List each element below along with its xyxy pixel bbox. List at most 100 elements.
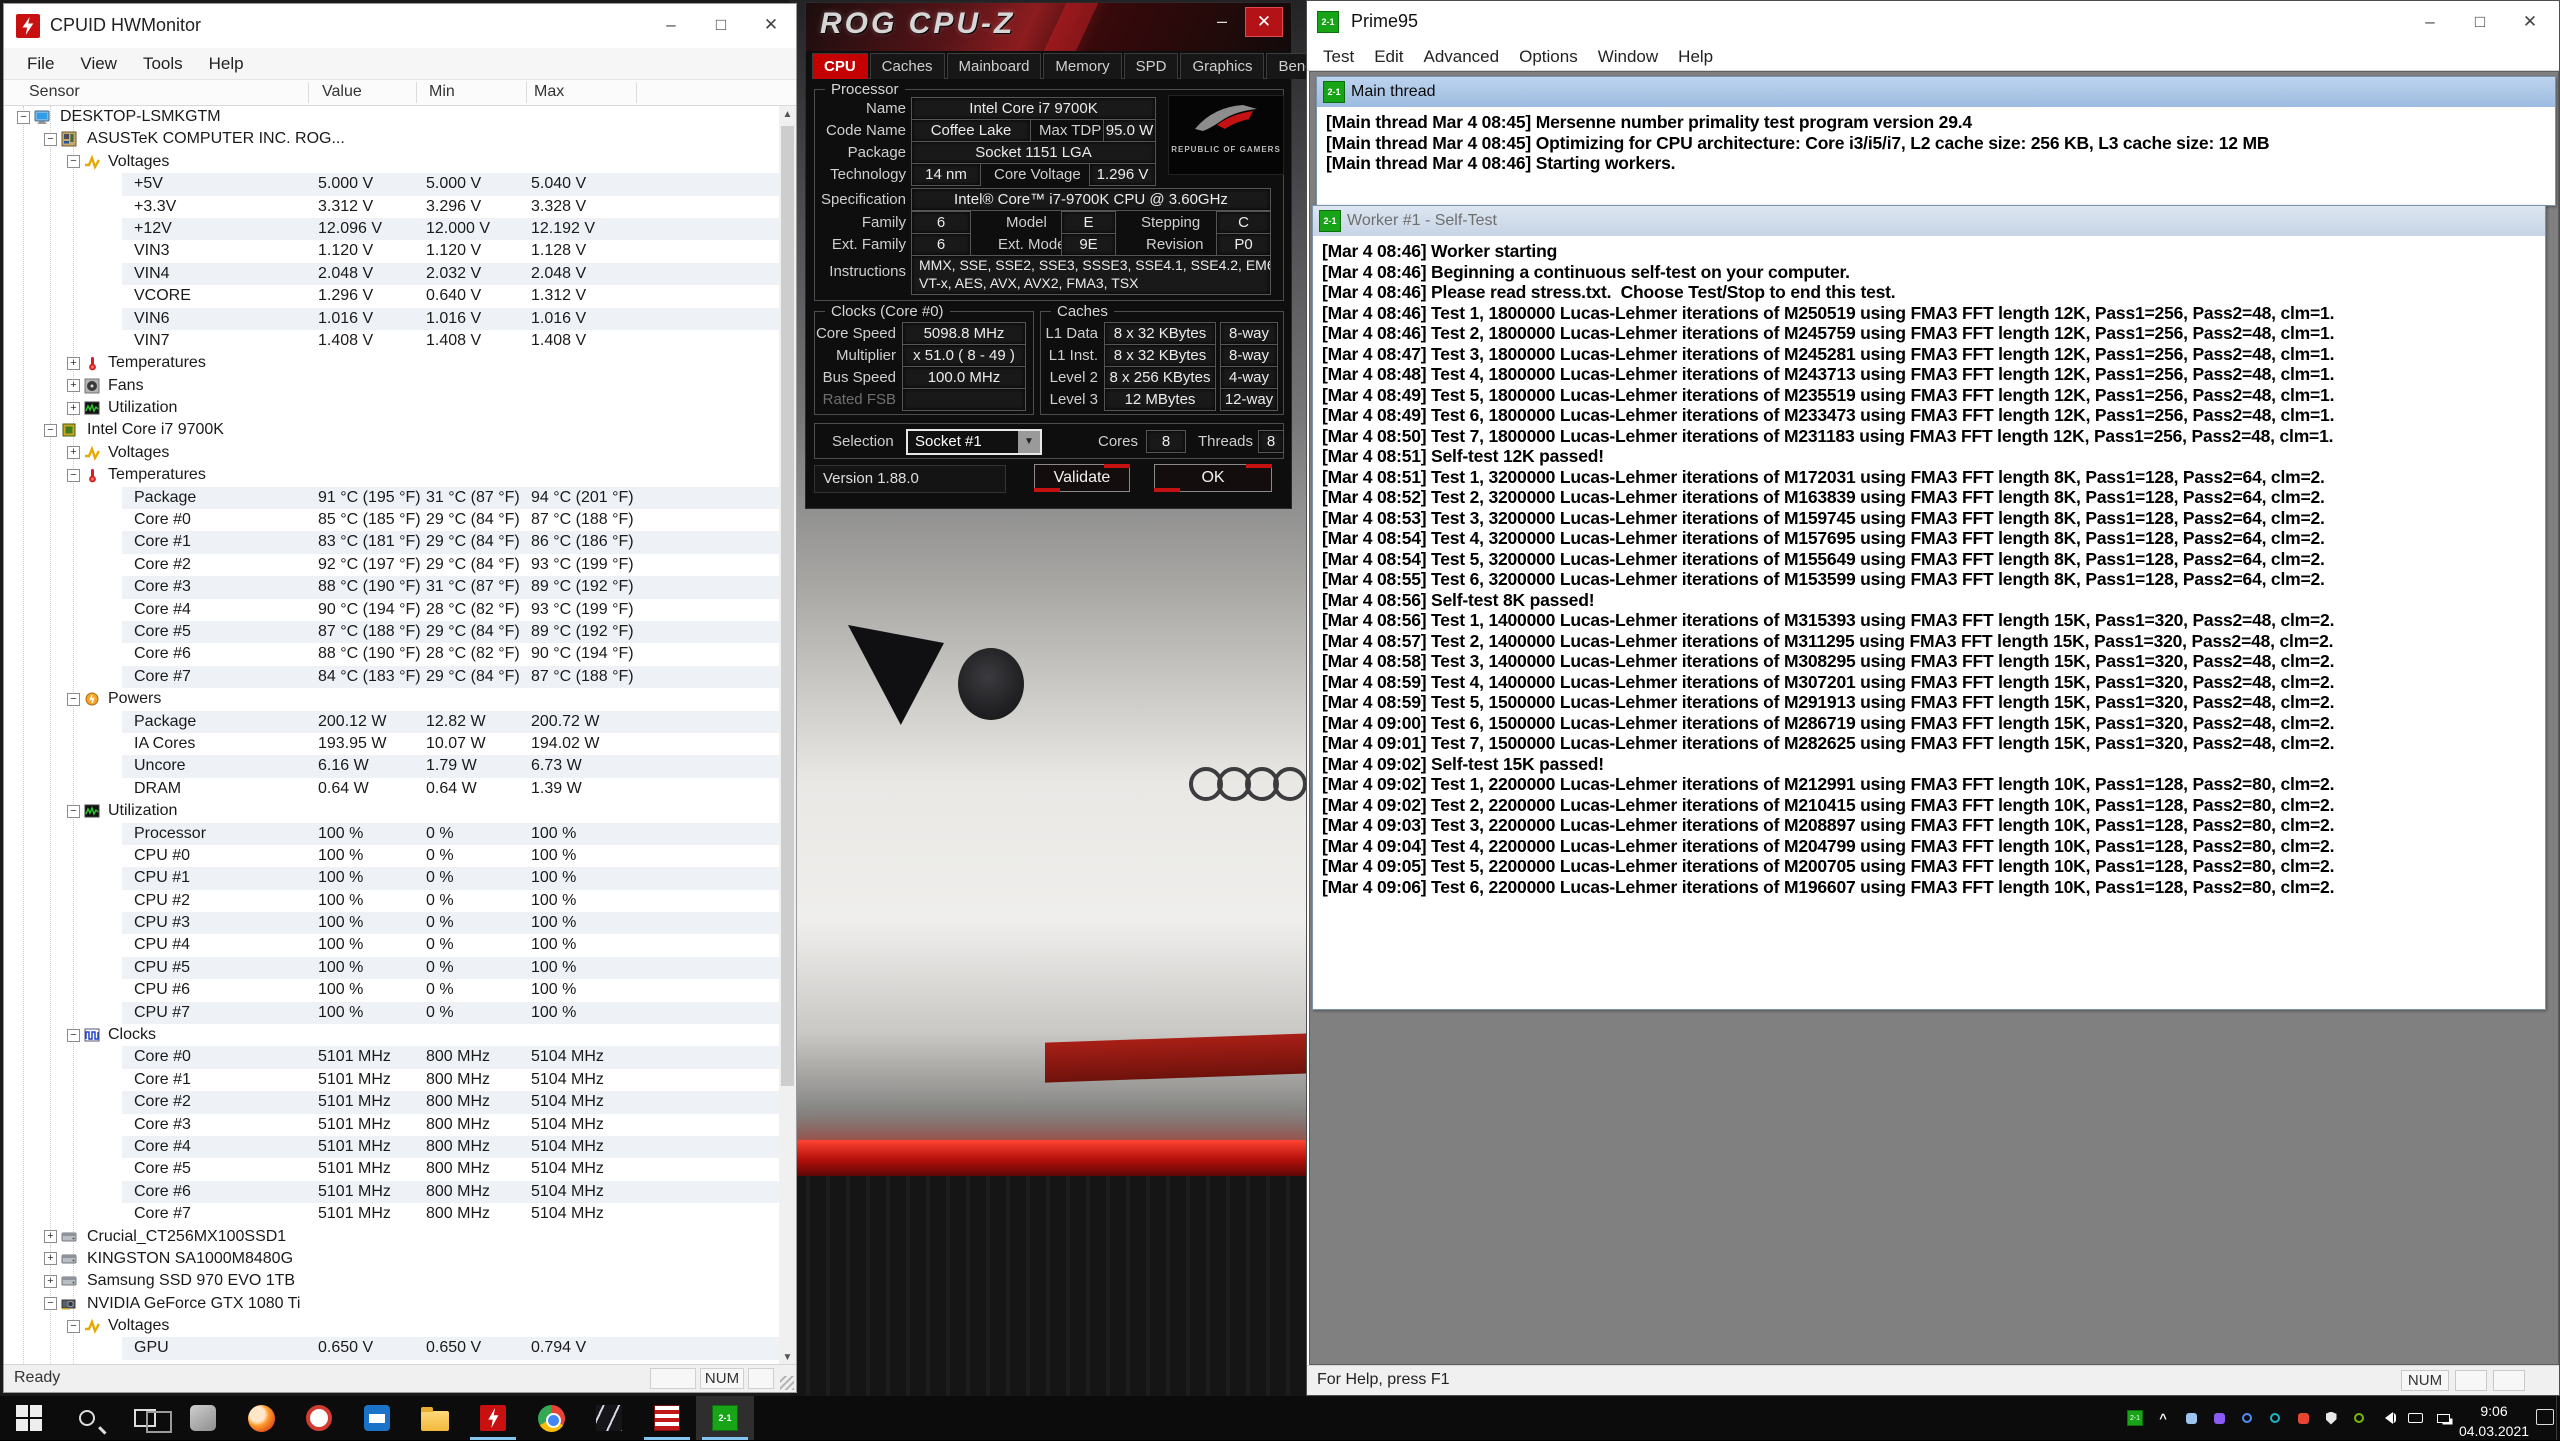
taskbar-pinned-app-gray-icon[interactable]	[174, 1396, 232, 1440]
tree-group-nvidia-geforce-gtx-1080-ti[interactable]: −NVIDIA GeForce GTX 1080 Ti	[4, 1293, 781, 1315]
tab-caches[interactable]: Caches	[870, 53, 945, 79]
tree-row--5v[interactable]: +5V5.000 V5.000 V5.040 V	[4, 173, 781, 195]
prime95-titlebar[interactable]: 2-1 Prime95 –□✕	[1307, 1, 2559, 43]
expander-expand[interactable]: +	[67, 357, 80, 370]
vertical-scrollbar[interactable]: ▲ ▼	[779, 106, 796, 1366]
tree-group-voltages[interactable]: −Voltages	[4, 1315, 781, 1337]
validate-button[interactable]: Validate	[1034, 464, 1130, 492]
menu-view[interactable]: View	[67, 54, 130, 74]
taskbar-start-button[interactable]	[0, 1396, 58, 1440]
tab-spd[interactable]: SPD	[1124, 53, 1179, 79]
tree-group-temperatures[interactable]: −Temperatures	[4, 464, 781, 486]
tree-group-kingston-sa1000m8480g[interactable]: +KINGSTON SA1000M8480G	[4, 1248, 781, 1270]
expander-expand[interactable]: +	[44, 1230, 57, 1243]
minimize-button[interactable]: –	[2405, 1, 2455, 43]
tree-row-core-6[interactable]: Core #688 °C (190 °F)28 °C (82 °F)90 °C …	[4, 643, 781, 665]
tree-group-intel-core-i7-9700k[interactable]: −Intel Core i7 9700K	[4, 419, 781, 441]
tree-group-voltages[interactable]: +Voltages	[4, 442, 781, 464]
tree-row-core-7[interactable]: Core #784 °C (183 °F)29 °C (84 °F)87 °C …	[4, 666, 781, 688]
tab-memory[interactable]: Memory	[1043, 53, 1121, 79]
taskbar-file-explorer-icon[interactable]	[406, 1396, 464, 1440]
tray-prime95-tray-icon[interactable]: 2-1	[2123, 1406, 2147, 1430]
taskbar-opera-icon[interactable]	[290, 1396, 348, 1440]
expander-collapse[interactable]: −	[67, 155, 80, 168]
tree-group-asustek-computer-inc-rog-[interactable]: −ASUSTeK COMPUTER INC. ROG...	[4, 128, 781, 150]
main-thread-window[interactable]: 2-1 Main thread [Main thread Mar 4 08:45…	[1316, 76, 2556, 206]
taskbar-gpu-tweak-icon[interactable]	[580, 1396, 638, 1440]
menu-advanced[interactable]: Advanced	[1413, 47, 1509, 67]
taskbar-cpu-z-icon[interactable]	[638, 1396, 696, 1440]
menu-help[interactable]: Help	[196, 54, 257, 74]
tray-volume-icon[interactable]	[2375, 1406, 2399, 1430]
tree-row-ia-cores[interactable]: IA Cores193.95 W10.07 W194.02 W	[4, 733, 781, 755]
taskbar-chrome-icon[interactable]	[522, 1396, 580, 1440]
socket-select[interactable]: Socket #1 ▼	[906, 429, 1042, 455]
tray-nvidia-settings-icon[interactable]	[2347, 1406, 2371, 1430]
tree-row-core-4[interactable]: Core #45101 MHz800 MHz5104 MHz	[4, 1136, 781, 1158]
menu-tools[interactable]: Tools	[130, 54, 196, 74]
action-center-icon[interactable]	[2536, 1409, 2554, 1425]
tree-row-cpu-3[interactable]: CPU #3100 %0 %100 %	[4, 912, 781, 934]
column-header[interactable]: Sensor Value Min Max	[4, 80, 796, 106]
taskbar-prime95-icon[interactable]: 2-1	[696, 1396, 754, 1440]
taskbar-task-view-icon[interactable]	[116, 1396, 174, 1440]
tree-row-vcore[interactable]: VCORE1.296 V0.640 V1.312 V	[4, 285, 781, 307]
tree-row--3-3v[interactable]: +3.3V3.312 V3.296 V3.328 V	[4, 196, 781, 218]
tree-group-powers[interactable]: −Powers	[4, 688, 781, 710]
tray-tray-app-red-icon[interactable]	[2291, 1406, 2315, 1430]
tree-group-samsung-ssd-970-evo-1tb[interactable]: +Samsung SSD 970 EVO 1TB	[4, 1270, 781, 1292]
column-sensor[interactable]: Sensor	[29, 83, 80, 101]
taskbar-clock[interactable]: 9:06 04.03.2021	[2456, 1396, 2532, 1440]
menu-edit[interactable]: Edit	[1364, 47, 1413, 67]
tree-group-temperatures[interactable]: +Temperatures	[4, 352, 781, 374]
tray-tray-app-blue-icon[interactable]	[2235, 1406, 2259, 1430]
expander-collapse[interactable]: −	[67, 1029, 80, 1042]
expander-expand[interactable]: +	[67, 402, 80, 415]
close-icon[interactable]: ✕	[1245, 7, 1283, 37]
tree-row-core-1[interactable]: Core #15101 MHz800 MHz5104 MHz	[4, 1069, 781, 1091]
show-desktop-button[interactable]	[2556, 1396, 2560, 1440]
tree-row-core-6[interactable]: Core #65101 MHz800 MHz5104 MHz	[4, 1181, 781, 1203]
menu-test[interactable]: Test	[1313, 47, 1364, 67]
tree-row-cpu-7[interactable]: CPU #7100 %0 %100 %	[4, 1002, 781, 1024]
menu-help[interactable]: Help	[1668, 47, 1723, 67]
tree-row-vin3[interactable]: VIN31.120 V1.120 V1.128 V	[4, 240, 781, 262]
tree-group-utilization[interactable]: −Utilization	[4, 800, 781, 822]
tree-row-uncore[interactable]: Uncore6.16 W1.79 W6.73 W	[4, 755, 781, 777]
tree-row-cpu-5[interactable]: CPU #5100 %0 %100 %	[4, 957, 781, 979]
tray-tray-app-teal-icon[interactable]	[2263, 1406, 2287, 1430]
tree-row-vin6[interactable]: VIN61.016 V1.016 V1.016 V	[4, 308, 781, 330]
tree-group-clocks[interactable]: −Clocks	[4, 1024, 781, 1046]
ok-button[interactable]: OK	[1154, 464, 1272, 492]
sensor-tree[interactable]: −DESKTOP-LSMKGTM−ASUSTeK COMPUTER INC. R…	[4, 106, 781, 1366]
tree-row-core-0[interactable]: Core #085 °C (185 °F)29 °C (84 °F)87 °C …	[4, 509, 781, 531]
expander-collapse[interactable]: −	[44, 424, 57, 437]
menu-file[interactable]: File	[14, 54, 67, 74]
column-value[interactable]: Value	[322, 83, 362, 101]
menu-window[interactable]: Window	[1588, 47, 1668, 67]
tree-row-core-2[interactable]: Core #25101 MHz800 MHz5104 MHz	[4, 1091, 781, 1113]
tree-row-cpu-1[interactable]: CPU #1100 %0 %100 %	[4, 867, 781, 889]
tree-row-core-2[interactable]: Core #292 °C (197 °F)29 °C (84 °F)93 °C …	[4, 554, 781, 576]
minimize-button[interactable]: –	[646, 4, 696, 46]
tree-row--12v[interactable]: +12V12.096 V12.000 V12.192 V	[4, 218, 781, 240]
tray-dual-monitor-icon[interactable]	[2431, 1406, 2455, 1430]
scroll-up-arrow[interactable]: ▲	[779, 106, 796, 123]
tree-row-package[interactable]: Package200.12 W12.82 W200.72 W	[4, 711, 781, 733]
hwmonitor-titlebar[interactable]: CPUID HWMonitor –□✕	[4, 4, 796, 48]
close-button[interactable]: ✕	[746, 4, 796, 46]
minimize-button[interactable]: –	[1205, 9, 1239, 35]
tree-row-core-4[interactable]: Core #490 °C (194 °F)28 °C (82 °F)93 °C …	[4, 599, 781, 621]
tree-row-core-5[interactable]: Core #587 °C (188 °F)29 °C (84 °F)89 °C …	[4, 621, 781, 643]
tray-tray-app-purple-icon[interactable]	[2207, 1406, 2231, 1430]
tray-touch-keyboard-icon[interactable]	[2403, 1406, 2427, 1430]
tray-defender-shield-icon[interactable]	[2319, 1406, 2343, 1430]
tab-mainboard[interactable]: Mainboard	[947, 53, 1042, 79]
expander-collapse[interactable]: −	[67, 469, 80, 482]
tree-group-voltages[interactable]: −Voltages	[4, 151, 781, 173]
taskbar-firefox-icon[interactable]	[232, 1396, 290, 1440]
expander-collapse[interactable]: −	[44, 1297, 57, 1310]
tree-row-core-3[interactable]: Core #35101 MHz800 MHz5104 MHz	[4, 1114, 781, 1136]
scrollbar-thumb[interactable]	[781, 126, 794, 1086]
expander-collapse[interactable]: −	[17, 111, 30, 124]
